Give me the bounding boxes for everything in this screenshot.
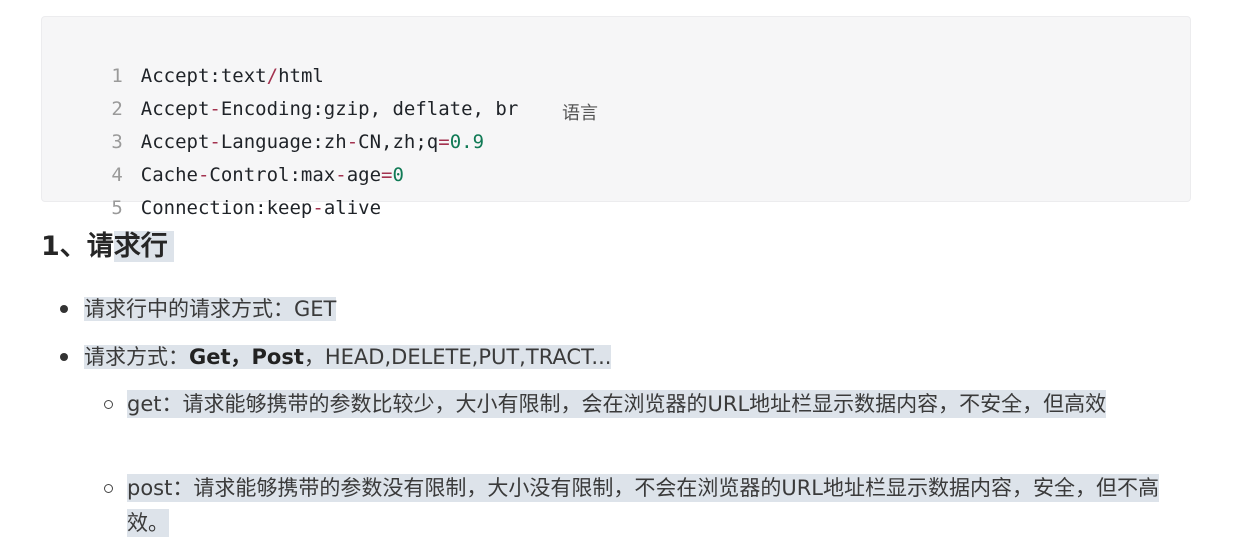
sub-item-text: post：请求能够携带的参数没有限制，大小没有限制，不会在浏览器的URL地址栏显… <box>127 474 1160 537</box>
methods-bold: Get，Post <box>189 345 304 369</box>
code-line-3: 3 Accept-Language:zh-CN,zh;q=0.9 <box>42 93 484 153</box>
section-heading: 1、请求行 <box>41 226 174 268</box>
methods-prefix: 请求方式： <box>84 345 189 369</box>
code-line-4: 4 Cache-Control:max-age=0 <box>42 126 404 186</box>
sub-bullet-circle <box>104 400 113 409</box>
code-line-5: 5 Connection:keep-alive <box>42 159 381 219</box>
list-item-methods: 请求方式：Get，Post，HEAD,DELETE,PUT,TRACT... <box>84 342 612 372</box>
heading-prefix: 1、请 <box>41 231 114 262</box>
sub-bullet-circle <box>104 484 113 493</box>
sub-list-item-get: get：请求能够携带的参数比较少，大小有限制，会在浏览器的URL地址栏显示数据内… <box>127 387 1189 422</box>
line-number: 5 <box>111 197 123 219</box>
list-item-request-method: 请求行中的请求方式：GET <box>84 294 337 324</box>
code-line-2: 2 Accept-Encoding:gzip, deflate, br <box>42 60 518 120</box>
code-annotation: 语言 <box>562 103 598 124</box>
code-block: 1 Accept:text/html 2 Accept-Encoding:gzip,… <box>41 16 1191 219</box>
code-line-1: 1 Accept:text/html <box>42 27 324 87</box>
sub-item-text: get：请求能够携带的参数比较少，大小有限制，会在浏览器的URL地址栏显示数据内… <box>127 390 1107 418</box>
methods-suffix: ，HEAD,DELETE,PUT,TRACT... <box>303 345 612 369</box>
list-item-text: 请求行中的请求方式：GET <box>84 297 337 321</box>
list-item-text: 请求方式：Get，Post，HEAD,DELETE,PUT,TRACT... <box>84 345 612 369</box>
bullet-dot <box>60 305 68 313</box>
bullet-dot <box>60 353 68 361</box>
heading-highlighted: 求行 <box>113 231 174 262</box>
sub-list-item-post: post：请求能够携带的参数没有限制，大小没有限制，不会在浏览器的URL地址栏显… <box>127 471 1189 541</box>
